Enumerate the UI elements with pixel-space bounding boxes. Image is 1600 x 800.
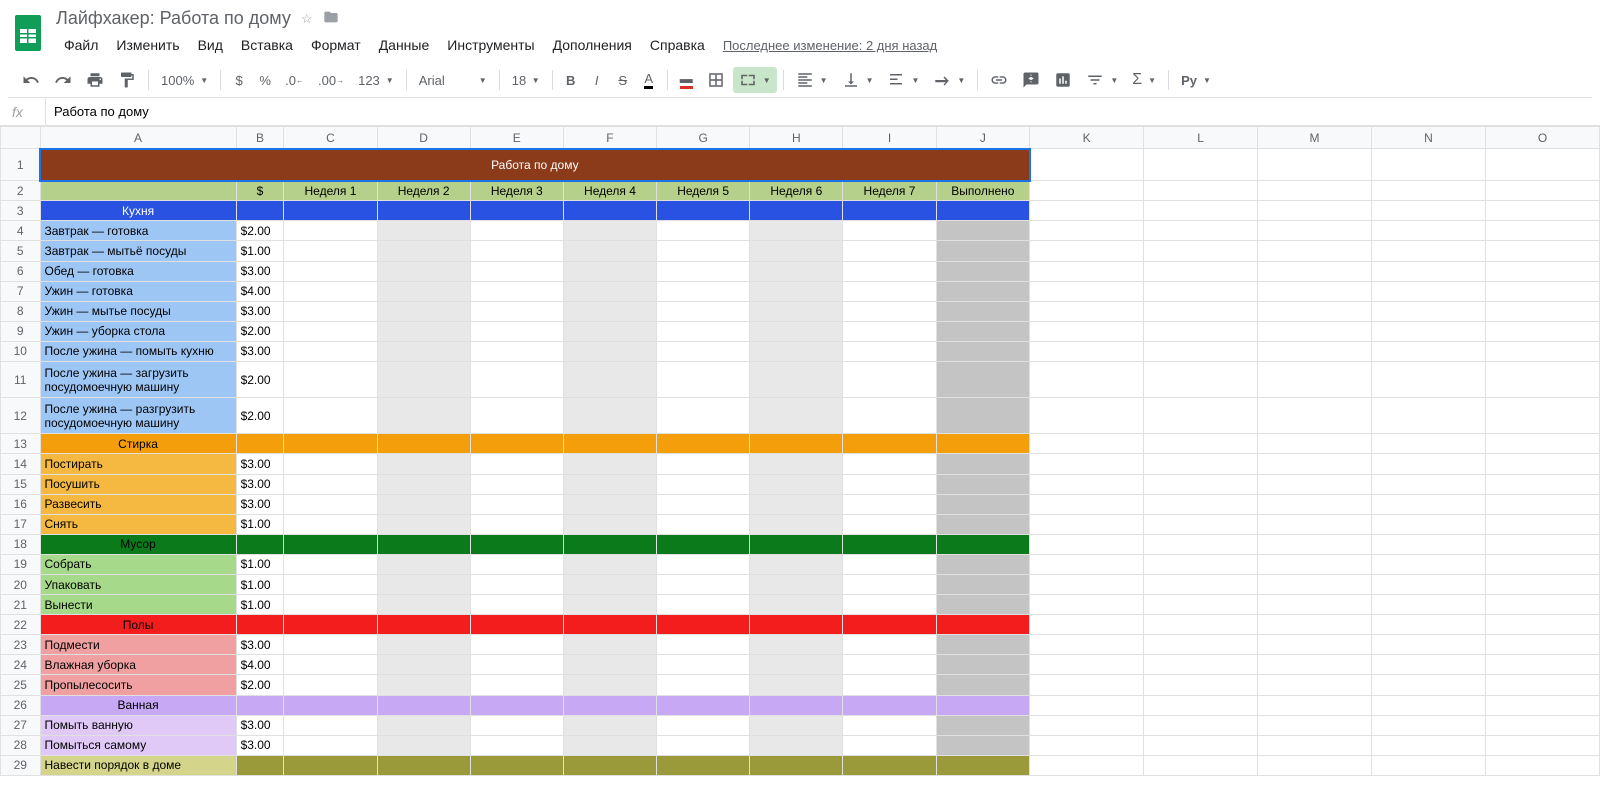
number-format-dropdown[interactable]: 123▼ — [352, 69, 400, 92]
insert-link-icon[interactable] — [984, 67, 1014, 93]
col-header[interactable]: I — [843, 127, 936, 149]
col-header[interactable]: L — [1144, 127, 1258, 149]
zoom-dropdown[interactable]: 100%▼ — [155, 69, 214, 92]
col-header[interactable]: M — [1258, 127, 1372, 149]
formula-input[interactable] — [46, 104, 1600, 119]
filter-icon[interactable]: ▼ — [1080, 67, 1124, 93]
col-header[interactable]: H — [750, 127, 843, 149]
col-header[interactable]: F — [563, 127, 656, 149]
input-tools-icon[interactable]: Ру▼ — [1175, 69, 1217, 92]
increase-decimal-icon[interactable]: .00→ — [312, 67, 350, 93]
row-header[interactable]: 23 — [1, 635, 41, 655]
col-header[interactable]: C — [284, 127, 377, 149]
row-header[interactable]: 4 — [1, 221, 41, 241]
row-header[interactable]: 21 — [1, 595, 41, 615]
insert-chart-icon[interactable] — [1048, 67, 1078, 93]
row-header[interactable]: 19 — [1, 554, 41, 574]
row-header[interactable]: 12 — [1, 398, 41, 434]
row-header[interactable]: 29 — [1, 755, 41, 775]
folder-icon[interactable] — [323, 9, 339, 28]
undo-icon[interactable] — [16, 67, 46, 93]
row-header[interactable]: 26 — [1, 695, 41, 715]
insert-comment-icon[interactable] — [1016, 67, 1046, 93]
col-header[interactable]: J — [936, 127, 1030, 149]
col-header[interactable]: G — [657, 127, 750, 149]
row-header[interactable]: 13 — [1, 434, 41, 454]
row-header[interactable]: 27 — [1, 715, 41, 735]
row-header[interactable]: 20 — [1, 574, 41, 594]
vertical-align-icon[interactable]: ▼ — [836, 67, 880, 93]
select-all-corner[interactable] — [1, 127, 41, 149]
menu-help[interactable]: Справка — [642, 33, 713, 57]
col-header[interactable]: N — [1372, 127, 1486, 149]
menu-insert[interactable]: Вставка — [233, 33, 301, 57]
row-header[interactable]: 3 — [1, 201, 41, 221]
font-dropdown[interactable]: Arial▼ — [413, 69, 493, 92]
row-header[interactable]: 25 — [1, 675, 41, 695]
percent-icon[interactable]: % — [253, 67, 277, 93]
menu-addons[interactable]: Дополнения — [545, 33, 640, 57]
row-header[interactable]: 15 — [1, 474, 41, 494]
row-header[interactable]: 22 — [1, 615, 41, 635]
col-header[interactable]: A — [40, 127, 236, 149]
row-header[interactable]: 9 — [1, 321, 41, 341]
row-header[interactable]: 18 — [1, 534, 41, 554]
spreadsheet-grid[interactable]: A B C D E F G H I J K L M N O 1Работа по… — [0, 126, 1600, 776]
menu-edit[interactable]: Изменить — [108, 33, 187, 57]
row-header[interactable]: 10 — [1, 341, 41, 361]
row-header[interactable]: 8 — [1, 301, 41, 321]
font-size-dropdown[interactable]: 18▼ — [506, 69, 546, 92]
row-header[interactable]: 17 — [1, 514, 41, 534]
decrease-decimal-icon[interactable]: .0← — [279, 67, 310, 93]
borders-icon[interactable] — [701, 67, 731, 93]
col-header[interactable]: O — [1485, 127, 1599, 149]
menu-tools[interactable]: Инструменты — [439, 33, 542, 57]
menu-file[interactable]: Файл — [56, 33, 106, 57]
col-header[interactable]: K — [1030, 127, 1144, 149]
menu-format[interactable]: Формат — [303, 33, 369, 57]
text-rotation-icon[interactable]: ▼ — [927, 67, 971, 93]
merge-cells-icon[interactable]: ▼ — [733, 67, 777, 93]
horizontal-align-icon[interactable]: ▼ — [790, 67, 834, 93]
print-icon[interactable] — [80, 67, 110, 93]
paint-format-icon[interactable] — [112, 67, 142, 93]
sheet-title-cell[interactable]: Работа по дому — [40, 149, 1030, 181]
col-header[interactable]: D — [377, 127, 470, 149]
row-header[interactable]: 1 — [1, 149, 41, 181]
row-header[interactable]: 16 — [1, 494, 41, 514]
strikethrough-icon[interactable]: S — [611, 67, 635, 93]
row-header[interactable]: 5 — [1, 241, 41, 261]
menu-view[interactable]: Вид — [190, 33, 231, 57]
row-header[interactable]: 7 — [1, 281, 41, 301]
functions-icon[interactable]: Σ▼ — [1126, 67, 1162, 93]
star-icon[interactable]: ☆ — [301, 11, 313, 27]
col-header[interactable]: B — [236, 127, 284, 149]
menu-data[interactable]: Данные — [371, 33, 438, 57]
col-header[interactable]: E — [470, 127, 563, 149]
row-header[interactable]: 6 — [1, 261, 41, 281]
italic-icon[interactable]: I — [585, 67, 609, 93]
doc-title[interactable]: Лайфхакер: Работа по дому — [56, 8, 291, 29]
fill-color-icon[interactable]: ▬ — [674, 67, 699, 93]
sheets-logo-icon[interactable] — [8, 13, 48, 53]
row-header[interactable]: 24 — [1, 655, 41, 675]
text-wrap-icon[interactable]: ▼ — [881, 67, 925, 93]
last-edit-link[interactable]: Последнее изменение: 2 дня назад — [723, 38, 937, 53]
redo-icon[interactable] — [48, 67, 78, 93]
row-header[interactable]: 28 — [1, 735, 41, 755]
currency-icon[interactable]: $ — [227, 67, 251, 93]
row-header[interactable]: 14 — [1, 454, 41, 474]
fx-label: fx — [0, 98, 46, 125]
text-color-icon[interactable]: A — [637, 67, 661, 93]
bold-icon[interactable]: B — [559, 67, 583, 93]
row-header[interactable]: 2 — [1, 181, 41, 201]
row-header[interactable]: 11 — [1, 361, 41, 397]
